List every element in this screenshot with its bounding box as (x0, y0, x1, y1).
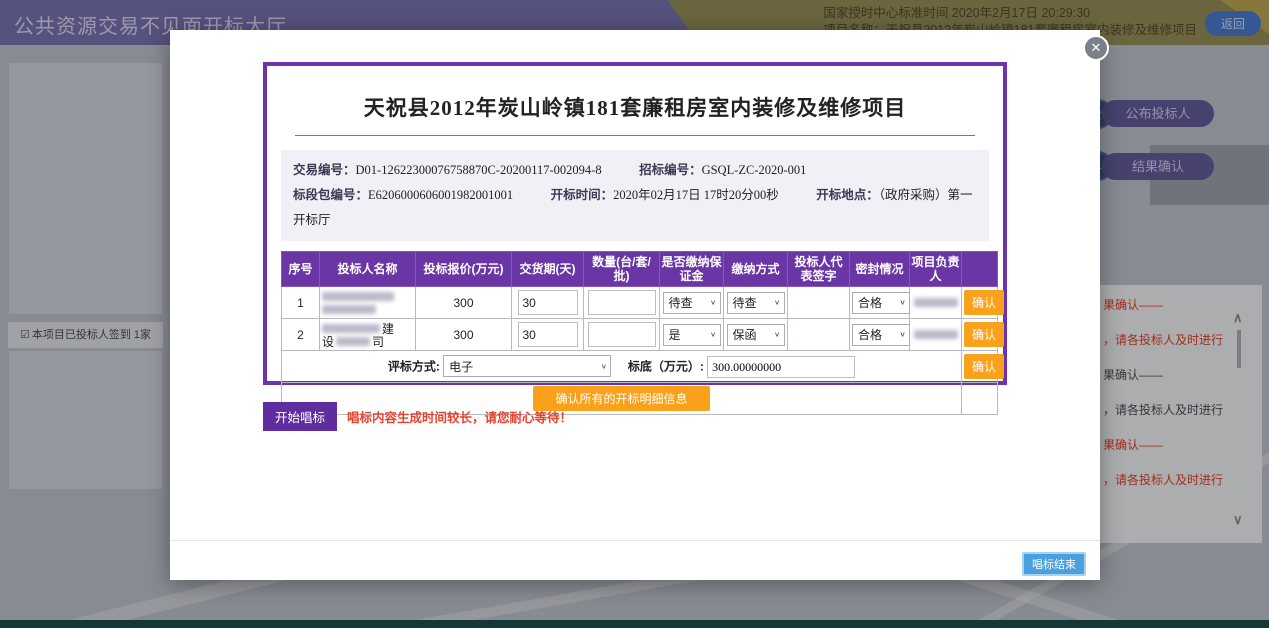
project-info-box: 交易编号：D01-12622300076758870C-20200117-002… (281, 150, 989, 241)
eval-confirm-button[interactable]: 确认 (964, 354, 1004, 379)
col-project-manager: 项目负责人 (910, 252, 962, 287)
project-manager-redacted (910, 319, 962, 351)
modal-footer-divider (170, 540, 1100, 541)
col-deposit-paid: 是否缴纳保证金 (660, 252, 724, 287)
chevron-down-icon: ∨ (774, 330, 781, 339)
quantity-input[interactable] (588, 290, 656, 315)
col-bidder-name: 投标人名称 (320, 252, 416, 287)
bid-price: 300 (416, 287, 512, 319)
pay-method-select[interactable]: 待查∨ (727, 292, 785, 314)
row-confirm-button[interactable]: 确认 (964, 290, 1004, 315)
eval-method-label: 评标方式: (388, 360, 440, 374)
delivery-input[interactable] (518, 322, 578, 347)
bid-price: 300 (416, 319, 512, 351)
chevron-down-icon: ∨ (710, 330, 717, 339)
info-line-2: 标段包编号：E6206000606001982001001 开标时间：2020年… (293, 183, 977, 233)
signature-cell (788, 319, 850, 351)
table-header-row: 序号 投标人名称 投标报价(万元) 交货期(天) 数量(台/套/批) 是否缴纳保… (282, 252, 998, 287)
bid-detail-box: 天祝县2012年炭山岭镇181套廉租房室内装修及维修项目 交易编号：D01-12… (263, 62, 1007, 385)
project-manager-redacted (910, 287, 962, 319)
signature-cell (788, 287, 850, 319)
open-time: 2020年02月17日 17时20分00秒 (613, 188, 779, 202)
trade-number: D01-12622300076758870C-20200117-002094-8 (356, 163, 602, 177)
table-row: 1 300 待查∨ 待查∨ 合格∨ 确认 (282, 287, 998, 319)
package-number: E6206000606001982001001 (368, 188, 513, 202)
chevron-down-icon: ∨ (710, 298, 717, 307)
announce-end-button[interactable]: 唱标结束 (1022, 552, 1086, 576)
delivery-input[interactable] (518, 290, 578, 315)
col-signature: 投标人代表签字 (788, 252, 850, 287)
table-row: 2 建 设司 300 是∨ 保函∨ 合格∨ 确认 (282, 319, 998, 351)
row-seq: 2 (282, 319, 320, 351)
col-bid-price: 投标报价(万元) (416, 252, 512, 287)
chevron-down-icon: ∨ (774, 298, 781, 307)
col-quantity: 数量(台/套/批) (584, 252, 660, 287)
bid-table: 序号 投标人名称 投标报价(万元) 交货期(天) 数量(台/套/批) 是否缴纳保… (281, 251, 998, 415)
bidder-name-redacted: 建 设司 (320, 319, 416, 351)
col-pay-method: 缴纳方式 (724, 252, 788, 287)
deposit-select[interactable]: 待查∨ (663, 292, 721, 314)
title-divider (295, 135, 975, 136)
col-actions (962, 252, 998, 287)
row-seq: 1 (282, 287, 320, 319)
row-confirm-button[interactable]: 确认 (964, 322, 1004, 347)
seal-status-select[interactable]: 合格∨ (852, 324, 910, 346)
eval-method-select[interactable]: 电子∨ (443, 355, 611, 377)
base-price-label: 标底（万元）: (628, 360, 704, 374)
chevron-down-icon: ∨ (601, 362, 608, 371)
bid-opening-modal: ✕ 天祝县2012年炭山岭镇181套廉租房室内装修及维修项目 交易编号：D01-… (170, 30, 1100, 580)
col-delivery: 交货期(天) (512, 252, 584, 287)
col-seq: 序号 (282, 252, 320, 287)
wait-notice: 唱标内容生成时间较长，请您耐心等待！ (347, 407, 572, 426)
pay-method-select[interactable]: 保函∨ (727, 324, 785, 346)
seal-status-select[interactable]: 合格∨ (852, 292, 910, 314)
modal-title: 天祝县2012年炭山岭镇181套廉租房室内装修及维修项目 (267, 92, 1003, 122)
tender-number: GSQL-ZC-2020-001 (702, 163, 807, 177)
info-line-1: 交易编号：D01-12622300076758870C-20200117-002… (293, 158, 977, 183)
bidder-name-redacted (320, 287, 416, 319)
close-icon[interactable]: ✕ (1083, 35, 1109, 61)
quantity-input[interactable] (588, 322, 656, 347)
eval-method-row: 评标方式: 电子∨ 标底（万元）: 确认 (282, 351, 998, 383)
base-price-input[interactable] (707, 356, 855, 378)
deposit-select[interactable]: 是∨ (663, 324, 721, 346)
chevron-down-icon: ∨ (899, 330, 906, 339)
col-seal-status: 密封情况 (850, 252, 910, 287)
start-announce-button[interactable]: 开始唱标 (263, 402, 337, 431)
chevron-down-icon: ∨ (899, 298, 906, 307)
